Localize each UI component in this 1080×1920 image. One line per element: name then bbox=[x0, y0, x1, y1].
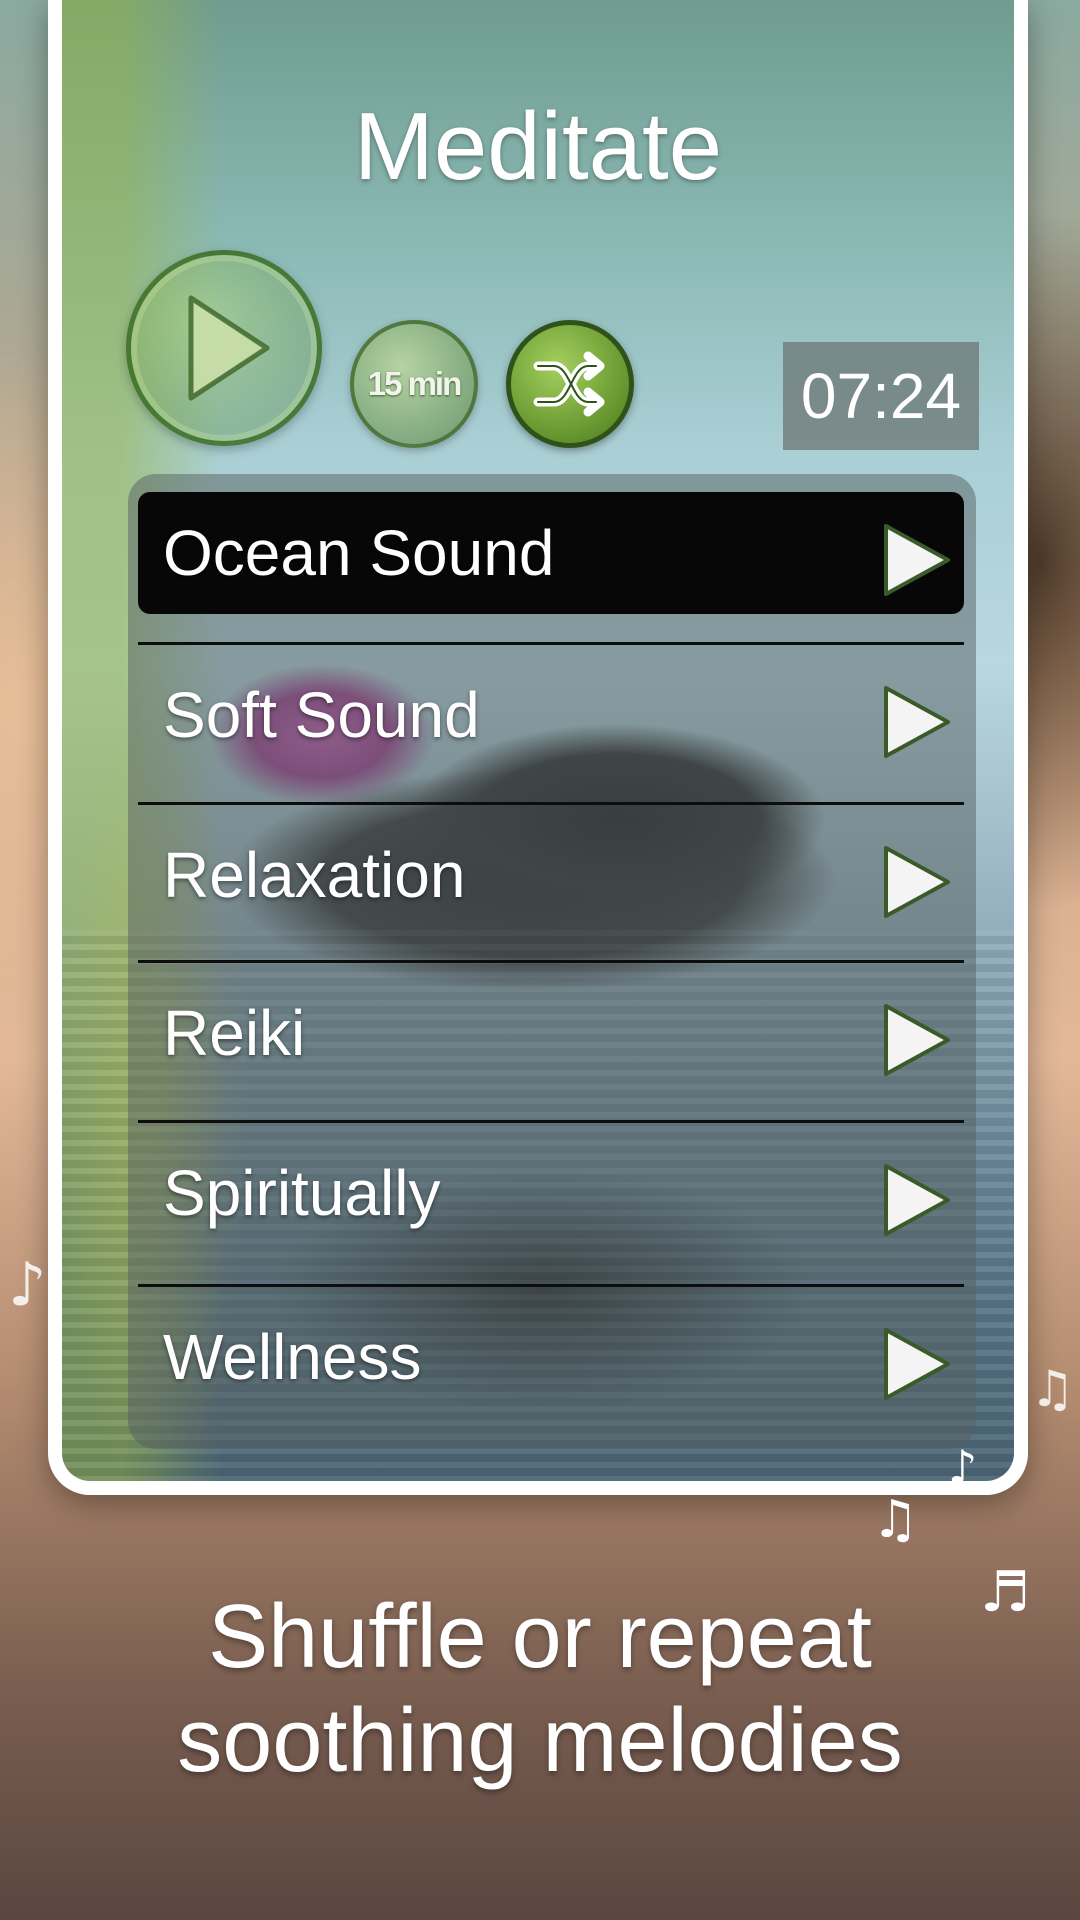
row-divider bbox=[138, 1284, 964, 1287]
promo-caption: Shuffle or repeat soothing melodies bbox=[0, 1585, 1080, 1793]
track-row-relaxation[interactable]: Relaxation bbox=[138, 802, 964, 936]
app-screen: Meditate 15 min 07:24 Ocean Sound Soft S… bbox=[48, 0, 1028, 1495]
sleep-timer-button[interactable]: 15 min bbox=[350, 320, 478, 448]
track-row-soft-sound[interactable]: Soft Sound bbox=[138, 642, 964, 776]
track-row-reiki[interactable]: Reiki bbox=[138, 960, 964, 1094]
play-icon[interactable] bbox=[878, 522, 954, 598]
track-label: Relaxation bbox=[163, 839, 466, 911]
shuffle-button[interactable] bbox=[506, 320, 634, 448]
music-note-icon: ♪ bbox=[948, 1440, 978, 1494]
caption-line-1: Shuffle or repeat bbox=[208, 1587, 872, 1687]
music-note-icon: ♪ bbox=[8, 1250, 47, 1320]
play-icon bbox=[188, 295, 270, 401]
track-label: Soft Sound bbox=[163, 679, 480, 751]
play-icon[interactable] bbox=[878, 844, 954, 920]
play-all-button[interactable] bbox=[126, 250, 322, 446]
track-row-spiritually[interactable]: Spiritually bbox=[138, 1120, 964, 1254]
track-row-ocean-sound[interactable]: Ocean Sound bbox=[138, 492, 964, 614]
caption-line-2: soothing melodies bbox=[177, 1691, 903, 1791]
timer-label: 15 min bbox=[367, 365, 463, 402]
row-divider bbox=[138, 1120, 964, 1123]
row-divider bbox=[138, 642, 964, 645]
row-divider bbox=[138, 960, 964, 963]
music-note-icon: ♫ bbox=[1030, 1360, 1075, 1418]
track-row-wellness[interactable]: Wellness bbox=[138, 1284, 964, 1418]
track-list: Ocean Sound Soft Sound Relaxation Reiki bbox=[128, 474, 976, 1449]
row-divider bbox=[138, 802, 964, 805]
shuffle-icon bbox=[533, 351, 605, 417]
play-icon[interactable] bbox=[878, 684, 954, 760]
music-note-icon: ♫ bbox=[872, 1490, 919, 1550]
play-icon[interactable] bbox=[878, 1326, 954, 1402]
elapsed-time-display: 07:24 bbox=[783, 342, 979, 450]
app-title: Meditate bbox=[353, 93, 723, 200]
play-icon[interactable] bbox=[878, 1162, 954, 1238]
track-label: Ocean Sound bbox=[163, 517, 555, 589]
track-label: Spiritually bbox=[163, 1157, 441, 1229]
track-label: Wellness bbox=[163, 1321, 422, 1393]
play-icon[interactable] bbox=[878, 1002, 954, 1078]
track-label: Reiki bbox=[163, 997, 306, 1069]
